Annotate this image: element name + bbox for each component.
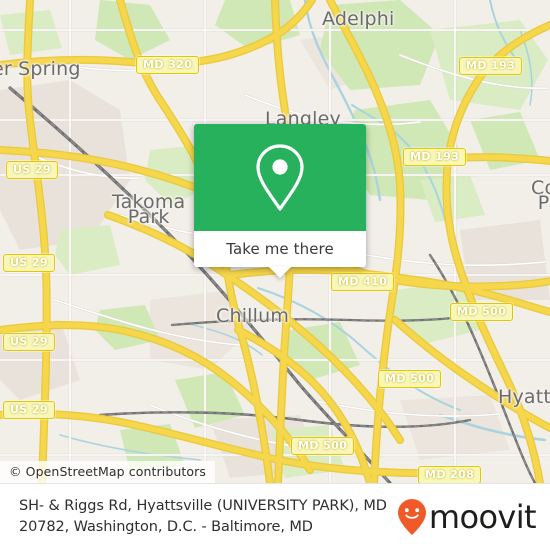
footer-bar: SH- & Riggs Rd, Hyattsville (UNIVERSITY … <box>0 483 550 550</box>
moovit-map-screenshot: .hw { stroke:#f6d64a; fill:none; stroke-… <box>0 0 550 550</box>
moovit-logo[interactable]: moovit <box>397 498 537 536</box>
popup-tail <box>269 267 291 278</box>
highway-shield-md-500: MD 500 <box>291 437 355 455</box>
highway-shield-us-29: US 29 <box>3 401 55 419</box>
highway-shield-md-320: MD 320 <box>136 56 200 74</box>
map-pin-icon <box>256 143 304 211</box>
location-popup-card[interactable]: Take me there <box>194 124 366 278</box>
take-me-there-button[interactable]: Take me there <box>194 231 366 267</box>
address-text: SH- & Riggs Rd, Hyattsville (UNIVERSITY … <box>19 496 387 538</box>
popup-pin-area <box>194 124 366 231</box>
highway-shield-md-208: MD 208 <box>418 466 482 483</box>
highway-shield-us-29: US 29 <box>3 333 55 351</box>
address-line-2: 20782, Washington, D.C. - Baltimore, MD <box>19 519 313 535</box>
highway-shield-us-29: US 29 <box>3 254 55 272</box>
osm-attribution[interactable]: © OpenStreetMap contributors <box>0 461 216 483</box>
highway-shield-md-193: MD 193 <box>459 57 523 75</box>
moovit-wordmark: moovit <box>428 498 537 536</box>
moovit-pin-icon <box>397 499 426 535</box>
take-me-there-label: Take me there <box>226 240 334 258</box>
highway-shield-us-29: US 29 <box>6 161 58 179</box>
map-canvas[interactable]: .hw { stroke:#f6d64a; fill:none; stroke-… <box>0 0 550 483</box>
highway-shield-md-500: MD 500 <box>378 370 442 388</box>
highway-shield-md-193: MD 193 <box>403 148 467 166</box>
highway-shield-md-500: MD 500 <box>450 303 514 321</box>
highway-shield-md-410: MD 410 <box>331 273 395 291</box>
address-line-1: SH- & Riggs Rd, Hyattsville (UNIVERSITY … <box>19 498 387 514</box>
